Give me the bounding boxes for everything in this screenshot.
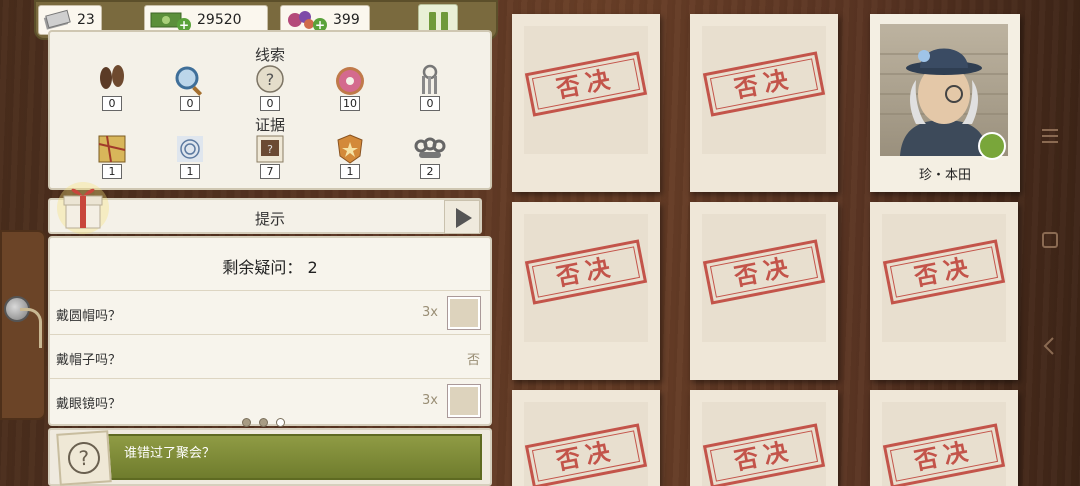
clue-item-magnifier[interactable]: 0 [168, 64, 212, 112]
evidence-count: 1 [102, 164, 122, 179]
cash-value: 29520 [197, 12, 242, 28]
svg-text:?: ? [267, 143, 273, 156]
thumbs-up-icon [978, 132, 1006, 160]
evidence-count: 7 [260, 164, 280, 179]
page-dot[interactable] [242, 418, 251, 427]
suspect-card-rejected[interactable]: 否决 [690, 202, 838, 380]
suspect-card-active[interactable]: 珍・本田 [870, 14, 1020, 192]
question-answer: 否 [466, 353, 480, 368]
case-question-text: 谁错过了聚会？ [124, 446, 216, 461]
clue-count: 0 [260, 96, 280, 111]
menu-icon[interactable] [1040, 126, 1060, 146]
keys-icon [422, 64, 438, 94]
evidence-count: 2 [420, 164, 440, 179]
clue-count: 10 [340, 96, 360, 111]
hint-play-button[interactable] [444, 200, 480, 234]
question-row[interactable]: 戴眼镜吗？ 3x [50, 378, 490, 422]
evidence-item-fingerprint[interactable]: 1 [168, 132, 212, 180]
fingerprint-icon [177, 136, 203, 162]
remaining-count: 2 [307, 258, 318, 277]
suspect-card-rejected[interactable]: 否决 [512, 202, 660, 380]
tickets-value: 23 [77, 12, 95, 28]
question-circle-icon: ? [68, 442, 100, 474]
clues-title: 线索 [254, 46, 285, 64]
donut-icon [336, 67, 364, 95]
magnifier-icon [175, 66, 203, 96]
svg-text:?: ? [78, 446, 90, 471]
page-dot[interactable] [259, 418, 268, 427]
clue-count: 0 [180, 96, 200, 111]
question-cost: 3x [422, 305, 438, 320]
page-dot-active[interactable] [276, 418, 285, 427]
clue-item-keys[interactable]: 0 [408, 64, 452, 112]
clue-item-footprints[interactable]: 0 [90, 64, 134, 112]
brass-knuckles-icon [414, 137, 446, 158]
question-text: 戴帽子吗？ [56, 353, 122, 368]
evidence-item-badge[interactable]: 1 [328, 132, 372, 180]
notebook-strap [0, 230, 46, 420]
svg-text:?: ? [266, 70, 275, 89]
question-row[interactable]: 戴圆帽吗？ 3x [50, 290, 490, 334]
clue-count: 0 [420, 96, 440, 111]
candy-value: 399 [333, 12, 360, 28]
badge-icon [337, 134, 363, 164]
suspect-card-rejected[interactable]: 否决 [870, 390, 1018, 486]
photo-icon: ? [256, 135, 284, 163]
tickets-icon [43, 9, 71, 30]
cord [20, 308, 42, 348]
question-cost: 3x [422, 393, 438, 408]
evidence-item-photo[interactable]: ? 7 [248, 132, 292, 180]
photo-card-icon [448, 385, 480, 417]
suspect-card-rejected[interactable]: 否决 [870, 202, 1018, 380]
question-note-icon: ? [56, 430, 112, 486]
evidence-count: 1 [180, 164, 200, 179]
suspect-card-rejected[interactable]: 否决 [690, 390, 838, 486]
clues-evidence-panel: 线索 0 0 ? 0 10 0 证据 1 1 ? 7 1 2 [48, 30, 492, 190]
clue-item-donut[interactable]: 10 [328, 64, 372, 112]
question-row[interactable]: 戴帽子吗？ 否 [50, 334, 490, 378]
question-text: 戴眼镜吗？ [56, 397, 122, 412]
gift-box-icon[interactable] [54, 178, 112, 236]
map-icon [98, 135, 126, 163]
evidence-count: 1 [340, 164, 360, 179]
remaining-label: 剩余疑问： [222, 258, 303, 277]
home-square-icon[interactable] [1040, 230, 1060, 250]
suspect-card-rejected[interactable]: 否决 [512, 390, 660, 486]
evidence-item-map[interactable]: 1 [90, 132, 134, 180]
photo-card-icon [448, 297, 480, 329]
question-bubble-icon: ? [256, 65, 284, 93]
page-indicator [242, 418, 285, 427]
question-text: 戴圆帽吗？ [56, 309, 122, 324]
questions-panel: 剩余疑问： 2 戴圆帽吗？ 3x 戴帽子吗？ 否 戴眼镜吗？ 3x [48, 236, 492, 426]
hint-bar[interactable]: 提示 [48, 198, 482, 234]
suspect-card-rejected[interactable]: 否决 [690, 14, 838, 192]
remaining-questions: 剩余疑问： 2 [50, 254, 490, 278]
evidence-item-knuckles[interactable]: 2 [408, 132, 452, 180]
case-question-banner[interactable]: 谁错过了聚会？ [64, 434, 482, 480]
back-icon[interactable] [1040, 336, 1060, 356]
clue-item-question[interactable]: ? 0 [248, 64, 292, 112]
footprints-icon [100, 65, 124, 89]
suspect-name: 珍・本田 [918, 168, 971, 183]
clue-count: 0 [102, 96, 122, 111]
suspect-card-rejected[interactable]: 否决 [512, 14, 660, 192]
hint-label: 提示 [254, 210, 285, 228]
